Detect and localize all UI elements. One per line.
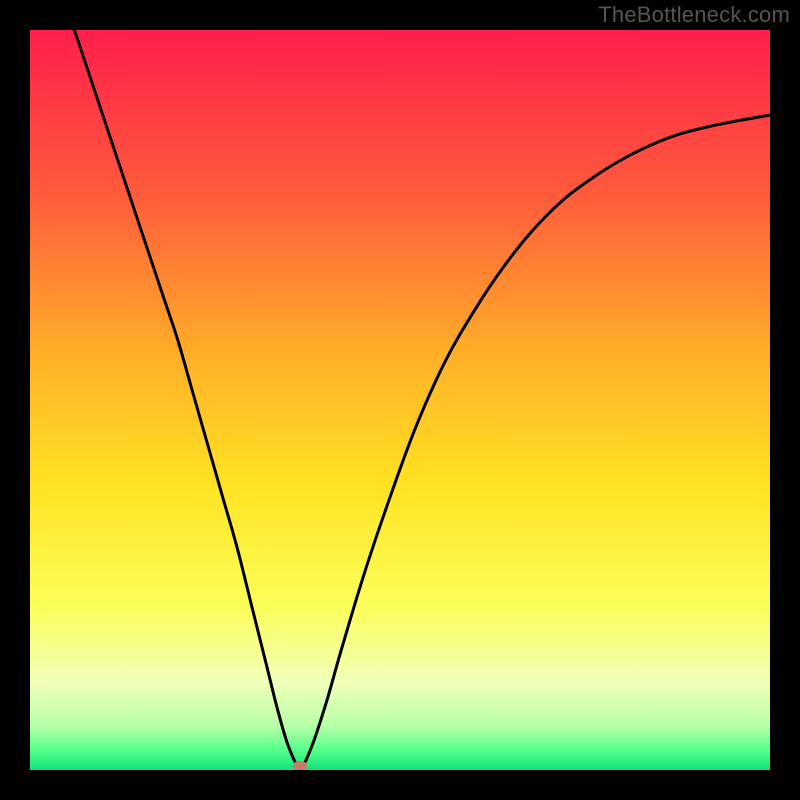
bottleneck-curve: [74, 30, 770, 766]
plot-area: [30, 30, 770, 770]
chart-frame: TheBottleneck.com: [0, 0, 800, 800]
bottleneck-marker: [293, 761, 307, 770]
watermark-text: TheBottleneck.com: [598, 2, 790, 28]
curve-layer: [30, 30, 770, 770]
